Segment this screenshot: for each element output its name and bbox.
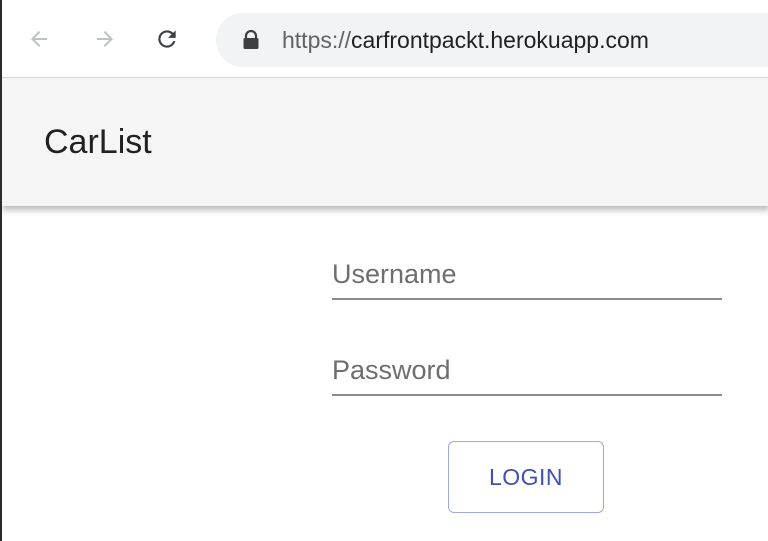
login-button[interactable]: LOGIN	[448, 441, 604, 513]
lock-icon	[243, 30, 259, 49]
address-bar[interactable]: https://carfrontpackt.herokuapp.com	[216, 13, 768, 67]
arrow-left-icon	[31, 31, 47, 47]
back-button[interactable]	[24, 22, 54, 56]
password-input[interactable]	[332, 352, 722, 388]
app-bar: CarList	[2, 78, 768, 206]
reload-icon	[158, 30, 176, 48]
browser-toolbar: https://carfrontpackt.herokuapp.com	[2, 0, 768, 78]
username-input[interactable]	[332, 256, 722, 292]
app-title: CarList	[44, 123, 152, 161]
reload-button[interactable]	[152, 22, 182, 56]
browser-window: https://carfrontpackt.herokuapp.com CarL…	[0, 0, 768, 541]
forward-button[interactable]	[90, 22, 120, 56]
url-text: https://carfrontpackt.herokuapp.com	[282, 26, 649, 54]
arrow-right-icon	[97, 31, 113, 47]
password-field	[332, 346, 722, 396]
url-protocol: https://	[282, 27, 352, 53]
url-host: carfrontpackt.herokuapp.com	[351, 27, 649, 53]
username-field	[332, 250, 722, 300]
login-form: LOGIN	[2, 206, 768, 541]
